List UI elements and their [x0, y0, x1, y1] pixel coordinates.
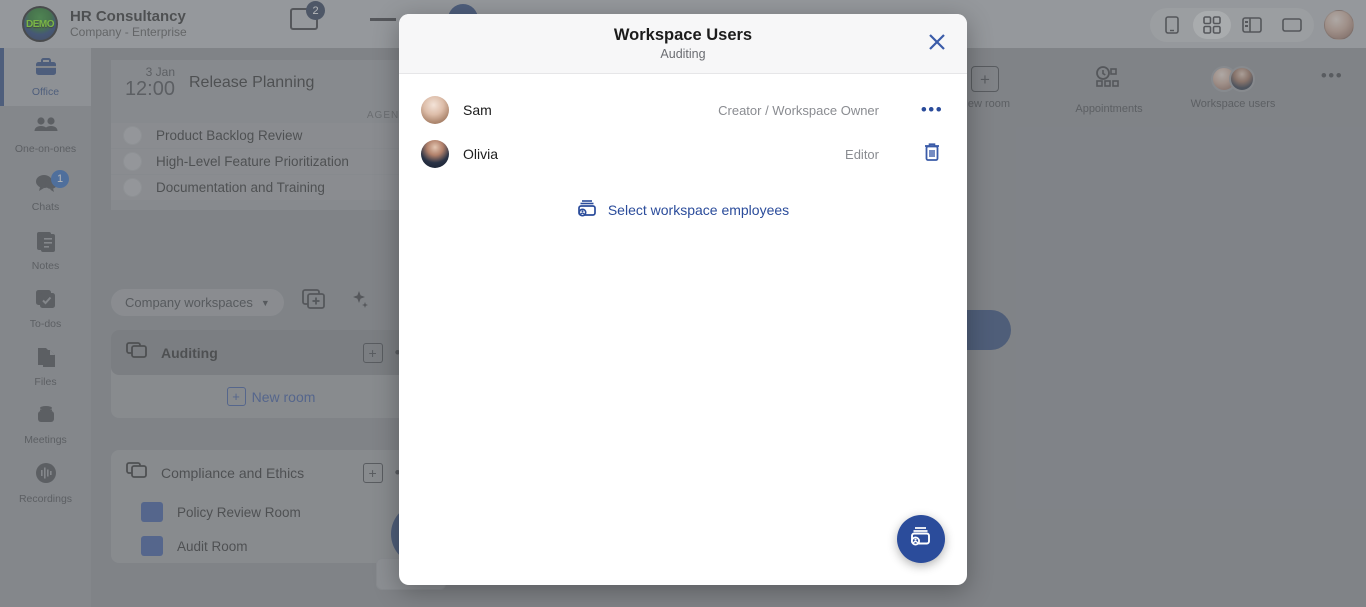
workspace-user-icon [908, 525, 934, 554]
user-role: Creator / Workspace Owner [718, 103, 879, 118]
modal-header: Workspace Users Auditing [399, 14, 967, 74]
remove-user-button[interactable] [919, 141, 945, 168]
trash-icon [922, 141, 942, 168]
user-more-menu-button[interactable]: ••• [919, 105, 945, 115]
user-role: Editor [845, 147, 879, 162]
modal-subtitle: Auditing [660, 47, 705, 61]
add-workspace-user-fab[interactable] [897, 515, 945, 563]
user-row[interactable]: Sam Creator / Workspace Owner ••• [399, 88, 967, 132]
avatar [421, 140, 449, 168]
select-workspace-employees-link[interactable]: Select workspace employees [399, 198, 967, 221]
user-row[interactable]: Olivia Editor [399, 132, 967, 176]
app-root: DEMO HR Consultancy Company - Enterprise… [0, 0, 1366, 607]
modal-title: Workspace Users [614, 26, 752, 45]
avatar [421, 96, 449, 124]
workspace-users-modal: Workspace Users Auditing Sam Creator / W… [399, 14, 967, 585]
user-name: Olivia [463, 146, 831, 162]
select-employees-label: Select workspace employees [608, 202, 789, 218]
workspace-user-icon [577, 198, 599, 221]
modal-body: Sam Creator / Workspace Owner ••• Olivia… [399, 74, 967, 221]
close-button[interactable] [923, 30, 951, 58]
close-icon [927, 32, 947, 57]
user-name: Sam [463, 102, 704, 118]
more-dots-icon: ••• [921, 105, 943, 115]
